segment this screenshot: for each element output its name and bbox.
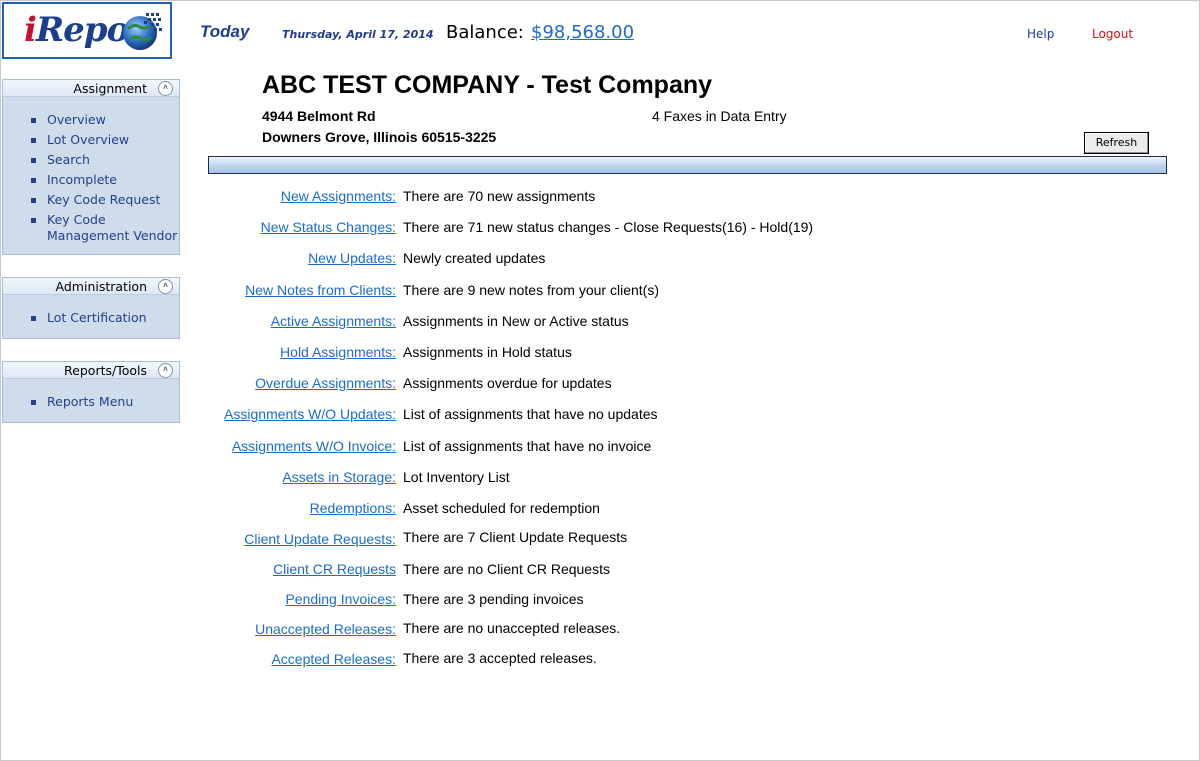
client-cr-requests-link[interactable]: Client CR Requests bbox=[273, 561, 396, 577]
globe-icon bbox=[123, 13, 162, 50]
assignment-panel-title: Assignment bbox=[73, 81, 147, 96]
client-update-requests-link[interactable]: Client Update Requests: bbox=[244, 531, 396, 547]
logout-link[interactable]: Logout bbox=[1092, 27, 1133, 41]
assets-in-storage-desc: Lot Inventory List bbox=[403, 469, 510, 485]
assignment-panel: Assignment ˄ Overview Lot Overview Searc… bbox=[2, 79, 180, 255]
new-updates-desc: Newly created updates bbox=[403, 250, 546, 266]
reports-tools-panel: Reports/Tools ˄ Reports Menu bbox=[2, 361, 180, 423]
today-label: Today bbox=[200, 22, 250, 41]
overdue-assignments-desc: Assignments overdue for updates bbox=[403, 375, 612, 391]
company-name: ABC TEST COMPANY - Test Company bbox=[262, 71, 713, 99]
sidebar-item-lot-overview[interactable]: Lot Overview bbox=[3, 132, 179, 148]
collapse-icon[interactable]: ˄ bbox=[158, 279, 173, 294]
irepo-logo[interactable]: iRepo bbox=[2, 2, 172, 59]
accepted-releases-desc: There are 3 accepted releases. bbox=[403, 650, 597, 666]
sidebar-item-search[interactable]: Search bbox=[3, 152, 179, 168]
section-divider-bar bbox=[208, 156, 1167, 174]
administration-panel-title: Administration bbox=[55, 279, 147, 294]
collapse-icon[interactable]: ˄ bbox=[158, 81, 173, 96]
client-cr-requests-desc: There are no Client CR Requests bbox=[403, 561, 610, 577]
sidebar-item-reports-menu[interactable]: Reports Menu bbox=[3, 394, 179, 410]
redemptions-desc: Asset scheduled for redemption bbox=[403, 500, 600, 516]
sidebar-item-lot-certification[interactable]: Lot Certification bbox=[3, 310, 179, 326]
bullet-icon bbox=[31, 316, 36, 321]
company-address-line2: Downers Grove, Illinois 60515-3225 bbox=[262, 129, 497, 145]
unaccepted-releases-link[interactable]: Unaccepted Releases: bbox=[255, 621, 396, 637]
bullet-icon bbox=[31, 218, 36, 223]
current-date: Thursday, April 17, 2014 bbox=[282, 28, 434, 41]
administration-panel-header[interactable]: Administration ˄ bbox=[3, 278, 179, 295]
active-assignments-link[interactable]: Active Assignments: bbox=[271, 313, 396, 329]
assignments-without-updates-desc: List of assignments that have no updates bbox=[403, 406, 658, 422]
assignments-without-invoice-desc: List of assignments that have no invoice bbox=[403, 438, 652, 454]
refresh-button[interactable]: Refresh bbox=[1084, 132, 1149, 154]
faxes-status: 4 Faxes in Data Entry bbox=[652, 108, 787, 124]
assignments-without-invoice-link[interactable]: Assignments W/O Invoice: bbox=[232, 438, 396, 454]
new-status-changes-link[interactable]: New Status Changes: bbox=[261, 219, 396, 235]
hold-assignments-desc: Assignments in Hold status bbox=[403, 344, 572, 360]
help-link[interactable]: Help bbox=[1027, 27, 1054, 41]
assets-in-storage-link[interactable]: Assets in Storage: bbox=[282, 469, 396, 485]
hold-assignments-link[interactable]: Hold Assignments: bbox=[280, 344, 396, 360]
new-notes-from-clients-desc: There are 9 new notes from your client(s… bbox=[403, 282, 659, 298]
assignments-without-updates-link[interactable]: Assignments W/O Updates: bbox=[224, 406, 396, 422]
new-updates-link[interactable]: New Updates: bbox=[308, 250, 396, 266]
collapse-icon[interactable]: ˄ bbox=[158, 363, 173, 378]
sidebar-item-key-code-request[interactable]: Key Code Request bbox=[3, 192, 179, 208]
bullet-icon bbox=[31, 118, 36, 123]
new-notes-from-clients-link[interactable]: New Notes from Clients: bbox=[245, 282, 396, 298]
sidebar-item-incomplete[interactable]: Incomplete bbox=[3, 172, 179, 188]
balance-value-link[interactable]: $98,568.00 bbox=[531, 22, 634, 43]
company-address-line1: 4944 Belmont Rd bbox=[262, 108, 376, 124]
bullet-icon bbox=[31, 158, 36, 163]
bullet-icon bbox=[31, 198, 36, 203]
unaccepted-releases-desc: There are no unaccepted releases. bbox=[403, 620, 621, 636]
active-assignments-desc: Assignments in New or Active status bbox=[403, 313, 629, 329]
administration-panel: Administration ˄ Lot Certification bbox=[2, 277, 180, 339]
balance-label: Balance: bbox=[446, 22, 524, 43]
pending-invoices-link[interactable]: Pending Invoices: bbox=[285, 591, 396, 607]
new-assignments-link[interactable]: New Assignments: bbox=[281, 188, 396, 204]
sidebar-item-key-code-management-vendor[interactable]: Key Code Management Vendor bbox=[3, 212, 179, 244]
client-update-requests-desc: There are 7 Client Update Requests bbox=[403, 529, 628, 545]
new-status-changes-desc: There are 71 new status changes - Close … bbox=[403, 219, 814, 235]
logo-wordmark: iRepo bbox=[24, 10, 129, 50]
pending-invoices-desc: There are 3 pending invoices bbox=[403, 591, 584, 607]
sidebar-item-overview[interactable]: Overview bbox=[3, 112, 179, 128]
new-assignments-desc: There are 70 new assignments bbox=[403, 188, 596, 204]
bullet-icon bbox=[31, 178, 36, 183]
assignment-panel-header[interactable]: Assignment ˄ bbox=[3, 80, 179, 97]
redemptions-link[interactable]: Redemptions: bbox=[310, 500, 396, 516]
reports-tools-panel-header[interactable]: Reports/Tools ˄ bbox=[3, 362, 179, 379]
accepted-releases-link[interactable]: Accepted Releases: bbox=[271, 651, 396, 667]
reports-tools-panel-title: Reports/Tools bbox=[64, 363, 147, 378]
bullet-icon bbox=[31, 400, 36, 405]
overdue-assignments-link[interactable]: Overdue Assignments: bbox=[255, 375, 396, 391]
bullet-icon bbox=[31, 138, 36, 143]
